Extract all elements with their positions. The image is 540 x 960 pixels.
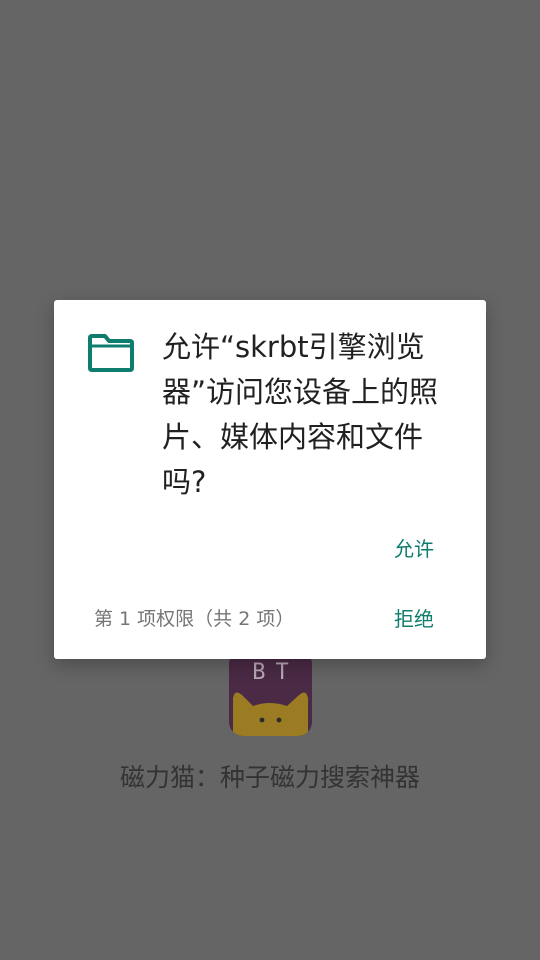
deny-button[interactable]: 拒绝 (394, 603, 434, 632)
cat-icon (233, 692, 308, 736)
app-icon-text: BT (252, 660, 299, 685)
allow-button[interactable]: 允许 (394, 533, 434, 562)
screen: BT 磁力猫：种子磁力搜索神器 允许“skrbt引擎浏览器”访问您设备上的照片、… (0, 0, 540, 960)
permission-dialog: 允许“skrbt引擎浏览器”访问您设备上的照片、媒体内容和文件吗? 允许 第 1… (54, 300, 486, 659)
folder-icon (88, 334, 134, 372)
app-icon: BT (229, 650, 312, 736)
dialog-message: 允许“skrbt引擎浏览器”访问您设备上的照片、媒体内容和文件吗? (162, 330, 439, 499)
app-title: 磁力猫：种子磁力搜索神器 (119, 763, 420, 792)
permission-counter: 第 1 项权限（共 2 项） (94, 608, 295, 630)
